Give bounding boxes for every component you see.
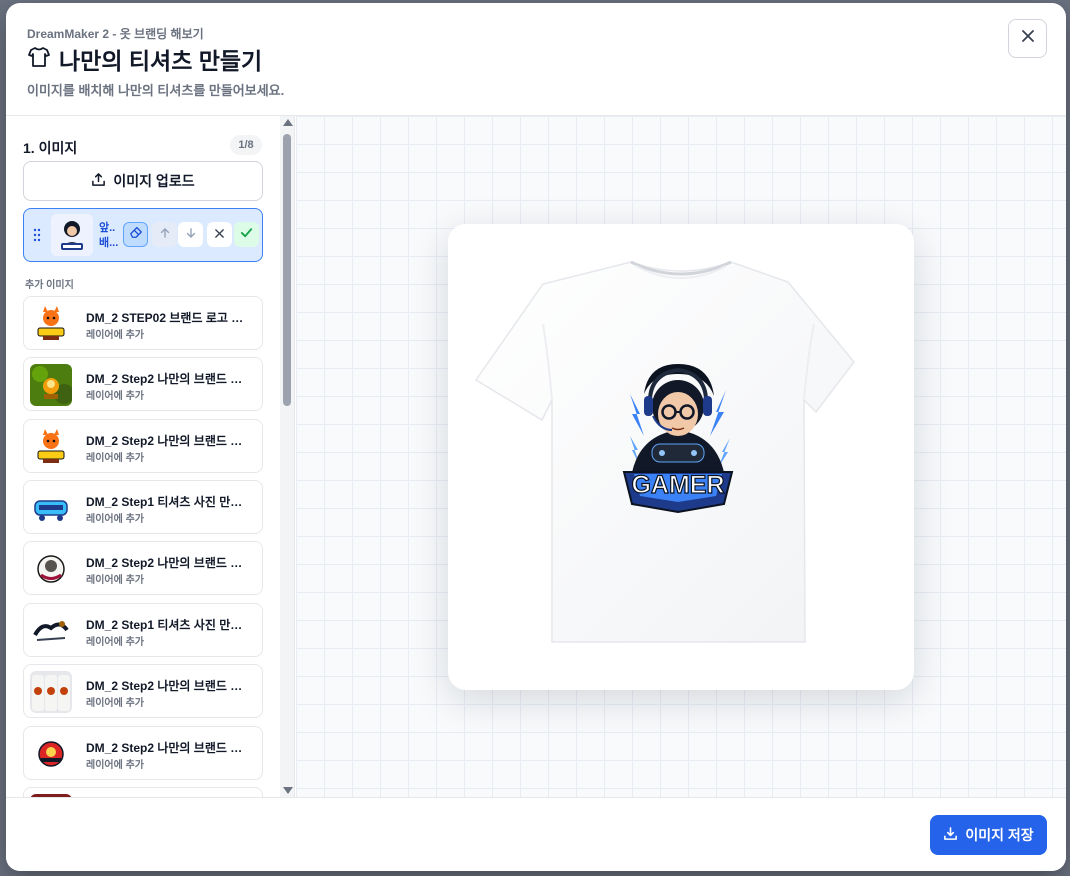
eraser-button[interactable] [123,222,148,247]
item-name: DM_2 Step1 티셔츠 사진 만들... [86,618,251,632]
design-canvas[interactable]: GAMER [296,116,1066,797]
image-sidebar: 1. 이미지 1/8 이미지 업로드 앞.. 배... 추가 이미지 DM_2 … [6,116,295,797]
item-name: DM_2 Step2 나만의 브랜드 기... [86,741,251,755]
list-item[interactable]: DM_2 STEP02 브랜드 로고 이미지 레이어에 추가 [23,296,263,350]
item-thumbnail [30,426,72,468]
move-down-button[interactable] [178,222,203,247]
modal-eyebrow: DreamMaker 2 - 옷 브랜딩 해보기 [27,27,204,41]
layer-name-line1: 앞.. [99,222,116,234]
page-subtitle: 이미지를 배치해 나만의 티셔츠를 만들어보세요. [27,83,285,98]
item-thumbnail [30,303,72,345]
item-thumbnail [30,671,72,713]
section-title: 1. 이미지 [23,140,78,156]
confirm-layer-button[interactable] [234,222,259,247]
close-icon [1021,29,1035,48]
save-label: 이미지 저장 [965,827,1034,843]
list-item[interactable]: DM_2 Step1 티셔츠 사진 만들... 레이어에 추가 [23,480,263,534]
tshirt-preview: GAMER [448,224,914,690]
item-thumbnail [30,548,72,590]
scroll-down-icon[interactable] [283,787,293,794]
drag-handle-icon[interactable] [33,228,41,242]
title-row: 나만의 티셔츠 만들기 [27,42,262,76]
item-name: DM_2 Step2 나만의 브랜드 기... [86,556,251,570]
download-icon [943,826,958,844]
check-icon [240,226,253,244]
item-name: DM_2 Step2 나만의 브랜드 기... [86,434,251,448]
tshirt-icon [27,45,51,74]
item-name: DM_2 Step2 나만의 브랜드 기... [86,372,251,386]
layer-name-line2: 배... [99,237,119,249]
list-item[interactable]: DM_2 Step2 나만의 브랜드 기... 레이어에 추가 [23,541,263,595]
close-button[interactable] [1008,19,1047,58]
scroll-up-icon[interactable] [283,119,293,126]
page-title: 나만의 티셔츠 만들기 [59,48,263,74]
item-thumbnail [30,487,72,529]
sidebar-scrollbar[interactable] [280,116,294,797]
item-name: DM_2 Step1 티셔츠 사진 만들... [86,495,251,509]
list-item[interactable]: DM_2 Step2 나만의 브랜드 기... 레이어에 추가 [23,419,263,473]
scroll-thumb[interactable] [283,134,291,406]
add-to-layer-label: 레이어에 추가 [86,453,144,464]
list-item[interactable]: DM_2 Step2 나만의 브랜드 기... 레이어에 추가 [23,726,263,780]
item-thumbnail [30,610,72,652]
arrow-down-icon [185,226,197,244]
logo-text: GAMER [631,471,724,499]
upload-image-button[interactable]: 이미지 업로드 [23,161,263,201]
move-up-button[interactable] [152,222,177,247]
add-to-layer-label: 레이어에 추가 [86,698,144,709]
save-image-button[interactable]: 이미지 저장 [930,815,1047,855]
list-item[interactable]: DM_2 Step1 티셔츠 사진 만들... 레이어에 추가 [23,603,263,657]
item-thumbnail [30,733,72,775]
tshirt-mockup: GAMER [474,260,855,643]
add-to-layer-label: 레이어에 추가 [86,760,144,771]
upload-label: 이미지 업로드 [113,173,195,189]
add-to-layer-label: 레이어에 추가 [86,391,144,402]
extra-images-label: 추가 이미지 [25,280,74,291]
list-item[interactable]: DM_2 Step2 나만의 브랜드 기... 레이어에 추가 [23,664,263,718]
layer-name: 앞.. 배... [99,221,121,251]
item-name: DM_2 STEP02 브랜드 로고 이미지 [86,311,251,325]
delete-layer-button[interactable] [207,222,232,247]
modal-header: DreamMaker 2 - 옷 브랜딩 해보기 나만의 티셔츠 만들기 이미지… [6,3,1066,116]
image-count-badge: 1/8 [230,135,262,155]
arrow-up-icon [159,226,171,244]
upload-icon [91,172,106,190]
modal-footer: 이미지 저장 [6,797,1066,871]
add-to-layer-label: 레이어에 추가 [86,330,144,341]
list-item[interactable] [23,787,263,797]
layer-thumbnail [51,214,93,256]
eraser-icon [129,225,143,244]
item-thumbnail [30,364,72,406]
add-to-layer-label: 레이어에 추가 [86,575,144,586]
close-icon [214,226,225,244]
active-layer-card[interactable]: 앞.. 배... [23,208,263,262]
list-item[interactable]: DM_2 Step2 나만의 브랜드 기... 레이어에 추가 [23,357,263,411]
tshirt-maker-modal: DreamMaker 2 - 옷 브랜딩 해보기 나만의 티셔츠 만들기 이미지… [6,3,1066,871]
item-name: DM_2 Step2 나만의 브랜드 기... [86,679,251,693]
add-to-layer-label: 레이어에 추가 [86,637,144,648]
add-to-layer-label: 레이어에 추가 [86,514,144,525]
